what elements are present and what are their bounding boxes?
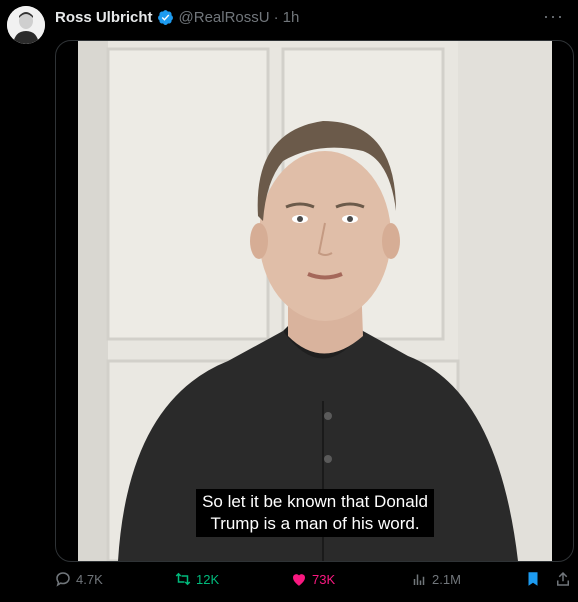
author-line: Ross Ulbricht @RealRossU · 1h [55,9,299,26]
reply-button[interactable]: 4.7K [54,570,103,588]
repost-count: 12K [196,571,220,587]
video-still-image [78,41,552,561]
views-button[interactable]: 2.1M [410,570,461,588]
like-button[interactable]: 73K [290,570,335,588]
video-player[interactable]: So let it be known that Donald Trump is … [55,40,574,562]
more-options-icon[interactable]: ··· [543,6,564,27]
avatar-portrait [7,6,45,44]
meta-separator: · [273,9,279,26]
share-icon [557,571,569,586]
reply-count: 4.7K [76,571,103,587]
repost-button[interactable]: 12K [174,570,219,588]
caption-text: So let it be known that Donald Trump is … [196,489,434,537]
post-time[interactable]: 1h [283,9,300,26]
video-caption: So let it be known that Donald Trump is … [78,489,552,537]
bookmark-icon [528,572,538,586]
bookmark-button[interactable] [524,570,546,588]
video-frame[interactable]: So let it be known that Donald Trump is … [78,41,552,561]
reply-icon [56,572,70,587]
author-avatar[interactable] [7,6,45,44]
analytics-icon [413,574,425,585]
author-name[interactable]: Ross Ulbricht [55,9,153,26]
heart-icon [293,574,305,586]
post-header: Ross Ulbricht @RealRossU · 1h ··· [0,0,578,44]
post-actions: 4.7K 12K 73K 2.1M [54,570,574,594]
view-count: 2.1M [432,571,461,587]
share-button[interactable] [554,570,576,588]
author-handle[interactable]: @RealRossU [179,9,270,26]
repost-icon [175,572,191,586]
like-count: 73K [312,571,336,587]
verified-badge-icon [157,10,173,25]
